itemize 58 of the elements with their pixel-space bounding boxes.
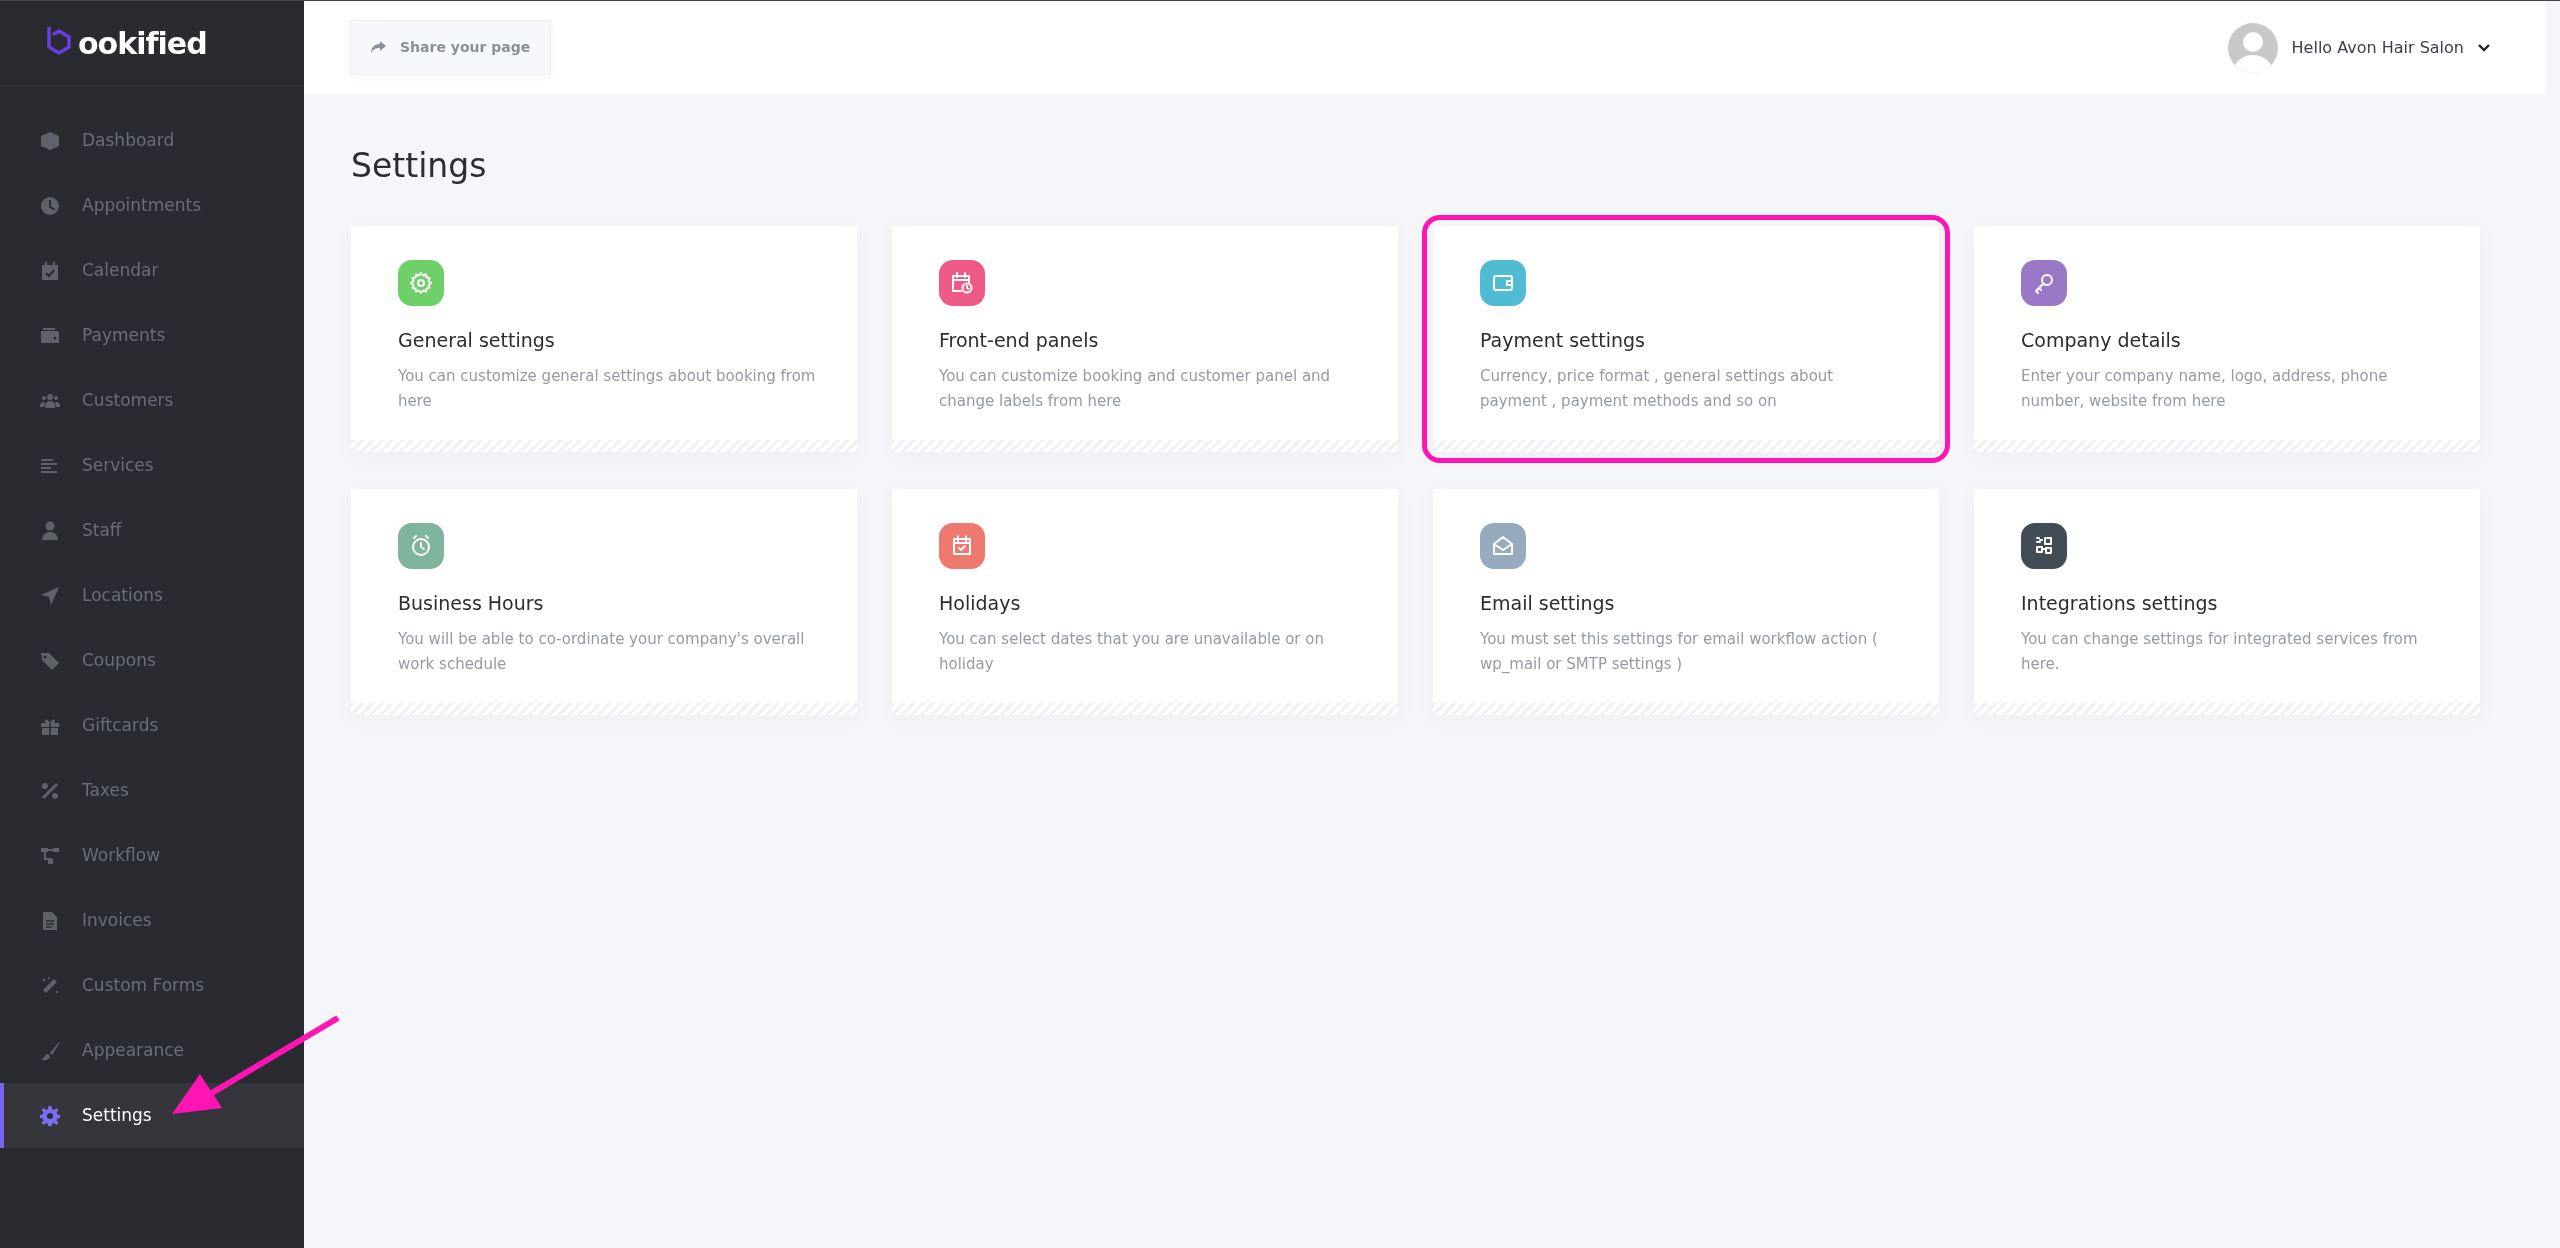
sidebar-item[interactable]: Invoices (0, 888, 304, 953)
settings-card[interactable]: Company details Enter your company name, logo, address, phone number, website from here (1974, 225, 2480, 452)
person-icon (40, 520, 60, 541)
card-title: Business Hours (398, 590, 545, 616)
flow-icon (40, 845, 60, 866)
sidebar-item[interactable]: Customers (0, 368, 304, 433)
sidebar-item[interactable]: Custom Forms (0, 953, 304, 1018)
sidebar-item[interactable]: Appointments (0, 173, 304, 238)
calendar-icon (40, 260, 60, 281)
settings-card[interactable]: General settings You can customize general settings about booking from here (351, 225, 857, 452)
card-description: Enter your company name, logo, address, phone number, website from here (2021, 366, 2389, 413)
share-icon (371, 41, 386, 54)
card-description: You will be able to co-ordinate your company's overall work schedule (398, 629, 806, 676)
tag-icon (40, 650, 60, 671)
settings-card[interactable]: Email settings You must set this settings for email workflow action ( wp_mail or SMTP settings ) (1433, 488, 1939, 715)
percent-icon (40, 780, 60, 801)
sidebar-item[interactable]: Appearance (0, 1018, 304, 1083)
settings-card[interactable]: Payment settings Currency, price format , general settings about payment , payment methods and so on (1433, 225, 1939, 452)
card-title: Integrations settings (2021, 590, 2219, 616)
settings-card[interactable]: Integrations settings You can change settings for integrated services from here. (1974, 488, 2480, 715)
clock-icon (40, 195, 60, 216)
card-description: You can customize general settings about booking from here (398, 366, 817, 413)
card-title: Payment settings (1480, 327, 1646, 353)
sidebar-item[interactable]: Coupons (0, 628, 304, 693)
page-title: Settings (351, 146, 488, 186)
card-description: You can customize booking and customer panel and change labels from here (939, 366, 1332, 413)
card-title: Holidays (939, 590, 1022, 616)
logo-text: ookified (78, 24, 207, 63)
sidebar-item[interactable]: Settings (0, 1083, 304, 1148)
sidebar-item[interactable]: Locations (0, 563, 304, 628)
wallet-icon (40, 325, 60, 346)
sidebar-item[interactable]: Workflow (0, 823, 304, 888)
brush-icon (40, 1040, 60, 1061)
document-icon (40, 910, 60, 931)
sidebar-item[interactable]: Payments (0, 303, 304, 368)
gear-icon (40, 1105, 60, 1126)
card-description: Currency, price format , general settings about payment , payment methods and so on (1480, 366, 1835, 413)
settings-card[interactable]: Front-end panels You can customize booking and customer panel and change labels from here (892, 225, 1398, 452)
card-title: General settings (398, 327, 556, 353)
sidebar-item[interactable]: Calendar (0, 238, 304, 303)
card-title: Company details (2021, 327, 2182, 353)
share-page-button[interactable]: Share your page (350, 20, 552, 75)
card-description: You can change settings for integrated services from here. (2021, 629, 2419, 676)
card-title: Front-end panels (939, 327, 1100, 353)
sidebar-item[interactable]: Services (0, 433, 304, 498)
chevron-down-icon (2478, 43, 2490, 52)
sidebar-item[interactable]: Dashboard (0, 108, 304, 173)
settings-card[interactable]: Holidays You can select dates that you are unavailable or on holiday (892, 488, 1398, 715)
paper-plane-icon (40, 585, 60, 606)
user-menu[interactable]: Hello Avon Hair Salon (2221, 21, 2496, 74)
settings-card[interactable]: Business Hours You will be able to co-ordinate your company's overall work schedule (351, 488, 857, 715)
magic-wand-icon (40, 975, 60, 996)
sidebar-item[interactable]: Giftcards (0, 693, 304, 758)
card-description: You can select dates that you are unavailable or on holiday (939, 629, 1325, 676)
sidebar-item[interactable]: Staff (0, 498, 304, 563)
card-description: You must set this settings for email workflow action ( wp_mail or SMTP settings ) (1480, 629, 1879, 676)
card-title: Email settings (1480, 590, 1616, 616)
sidebar-item[interactable]: Taxes (0, 758, 304, 823)
